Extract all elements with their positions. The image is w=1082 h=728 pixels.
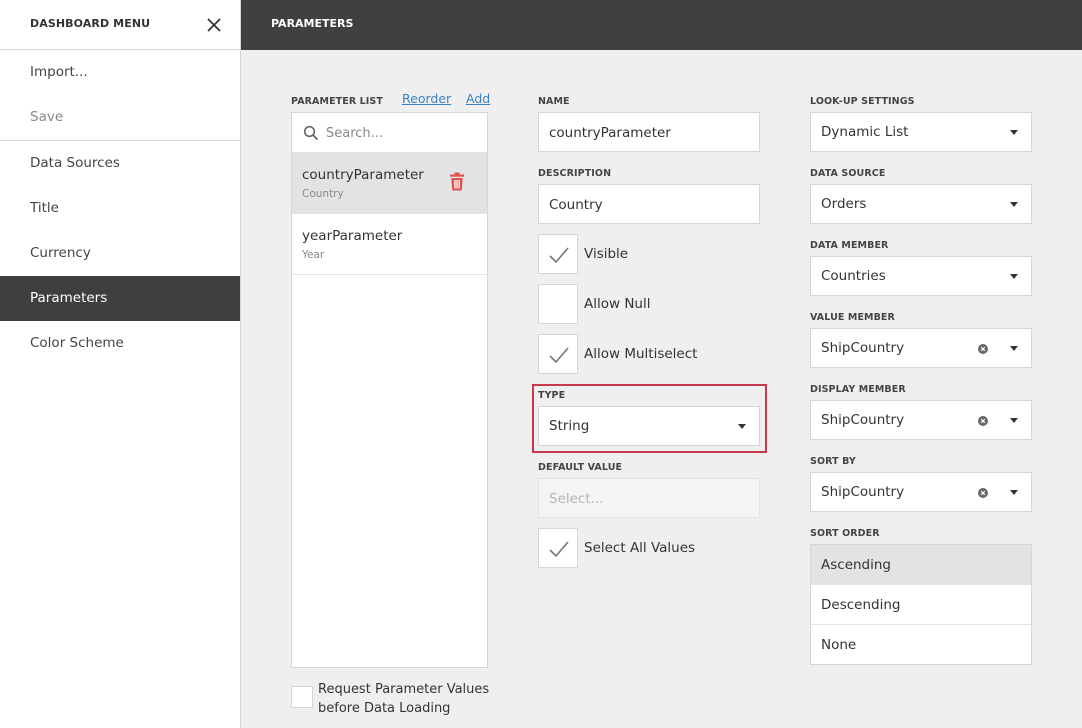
checkmark-icon xyxy=(549,541,569,558)
close-icon[interactable] xyxy=(205,16,223,34)
default-value-label: DEFAULT VALUE xyxy=(538,462,623,473)
menu-item-color-scheme[interactable]: Color Scheme xyxy=(0,321,240,366)
search-input[interactable] xyxy=(326,121,476,145)
default-value-input[interactable] xyxy=(549,488,744,510)
sort-by-select[interactable]: ShipCountry xyxy=(810,472,1032,512)
menu-title: DASHBOARD MENU xyxy=(30,17,151,30)
clear-icon[interactable] xyxy=(978,488,988,498)
parameter-search xyxy=(292,113,487,153)
data-member-label: DATA MEMBER xyxy=(810,240,889,251)
request-values-label: Request Parameter Values before Data Loa… xyxy=(318,682,490,716)
menu-item-title[interactable]: Title xyxy=(0,186,240,231)
parameter-item-description: Country xyxy=(302,188,344,200)
data-member-value: Countries xyxy=(821,268,886,284)
clear-icon[interactable] xyxy=(978,344,988,354)
allow-null-label: Allow Null xyxy=(584,296,651,312)
reorder-link[interactable]: Reorder xyxy=(402,91,451,106)
menu-item-parameters[interactable]: Parameters xyxy=(0,276,240,321)
chevron-down-icon xyxy=(1010,490,1018,495)
value-member-label: VALUE MEMBER xyxy=(810,312,895,323)
name-label: NAME xyxy=(538,96,570,107)
search-icon xyxy=(303,125,319,141)
parameter-list-label: PARAMETER LIST xyxy=(291,96,383,107)
data-member-select[interactable]: Countries xyxy=(810,256,1032,296)
sort-order-ascending[interactable]: Ascending xyxy=(811,545,1031,585)
parameter-item-name: countryParameter xyxy=(302,167,424,183)
display-member-value: ShipCountry xyxy=(821,412,905,428)
parameter-list: countryParameter Country yearParameter Y… xyxy=(291,112,488,668)
select-all-label: Select All Values xyxy=(584,540,696,556)
display-member-label: DISPLAY MEMBER xyxy=(810,384,906,395)
lookup-settings-select[interactable]: Dynamic List xyxy=(810,112,1032,152)
lookup-settings-value: Dynamic List xyxy=(821,124,909,140)
menu-header: DASHBOARD MENU xyxy=(0,0,240,50)
chevron-down-icon xyxy=(1010,274,1018,279)
lookup-settings-label: LOOK-UP SETTINGS xyxy=(810,96,915,107)
display-member-select[interactable]: ShipCountry xyxy=(810,400,1032,440)
parameter-item-country[interactable]: countryParameter Country xyxy=(292,153,487,214)
visible-label: Visible xyxy=(584,246,629,262)
sort-order-none[interactable]: None xyxy=(811,625,1031,665)
menu-item-data-sources[interactable]: Data Sources xyxy=(0,141,240,186)
allow-multiselect-label: Allow Multiselect xyxy=(584,346,698,362)
parameters-header: PARAMETERS xyxy=(241,0,1082,50)
menu-item-import[interactable]: Import... xyxy=(0,50,240,95)
sort-order-label: SORT ORDER xyxy=(810,528,880,539)
chevron-down-icon xyxy=(738,424,746,429)
trash-icon[interactable] xyxy=(448,172,466,192)
name-input[interactable] xyxy=(549,122,744,144)
parameter-item-year[interactable]: yearParameter Year xyxy=(292,214,487,275)
dashboard-menu: DASHBOARD MENU Import... Save Data Sourc… xyxy=(0,0,241,728)
checkmark-icon xyxy=(549,247,569,264)
value-member-select[interactable]: ShipCountry xyxy=(810,328,1032,368)
menu-item-currency[interactable]: Currency xyxy=(0,231,240,276)
description-field xyxy=(538,184,760,224)
chevron-down-icon xyxy=(1010,418,1018,423)
request-values-checkbox[interactable] xyxy=(291,686,313,708)
menu-item-save[interactable]: Save xyxy=(0,95,240,140)
parameter-item-description: Year xyxy=(302,249,325,261)
add-parameter-link[interactable]: Add xyxy=(466,91,490,106)
page-title: PARAMETERS xyxy=(271,17,354,30)
visible-checkbox[interactable] xyxy=(538,234,578,274)
data-source-select[interactable]: Orders xyxy=(810,184,1032,224)
data-source-label: DATA SOURCE xyxy=(810,168,886,179)
checkmark-icon xyxy=(549,347,569,364)
chevron-down-icon xyxy=(1010,346,1018,351)
type-value: String xyxy=(549,418,590,434)
data-source-value: Orders xyxy=(821,196,867,212)
sort-order-descending[interactable]: Descending xyxy=(811,585,1031,625)
select-all-checkbox[interactable] xyxy=(538,528,578,568)
description-input[interactable] xyxy=(549,194,744,216)
sort-by-value: ShipCountry xyxy=(821,484,905,500)
sort-order-list: Ascending Descending None xyxy=(810,544,1032,665)
allow-null-checkbox[interactable] xyxy=(538,284,578,324)
value-member-value: ShipCountry xyxy=(821,340,905,356)
clear-icon[interactable] xyxy=(978,416,988,426)
chevron-down-icon xyxy=(1010,130,1018,135)
description-label: DESCRIPTION xyxy=(538,168,612,179)
sort-by-label: SORT BY xyxy=(810,456,856,467)
name-field xyxy=(538,112,760,152)
type-select[interactable]: String xyxy=(538,406,760,446)
type-label: TYPE xyxy=(538,390,566,401)
chevron-down-icon xyxy=(1010,202,1018,207)
allow-multiselect-checkbox[interactable] xyxy=(538,334,578,374)
parameter-item-name: yearParameter xyxy=(302,228,403,244)
default-value-field xyxy=(538,478,760,518)
